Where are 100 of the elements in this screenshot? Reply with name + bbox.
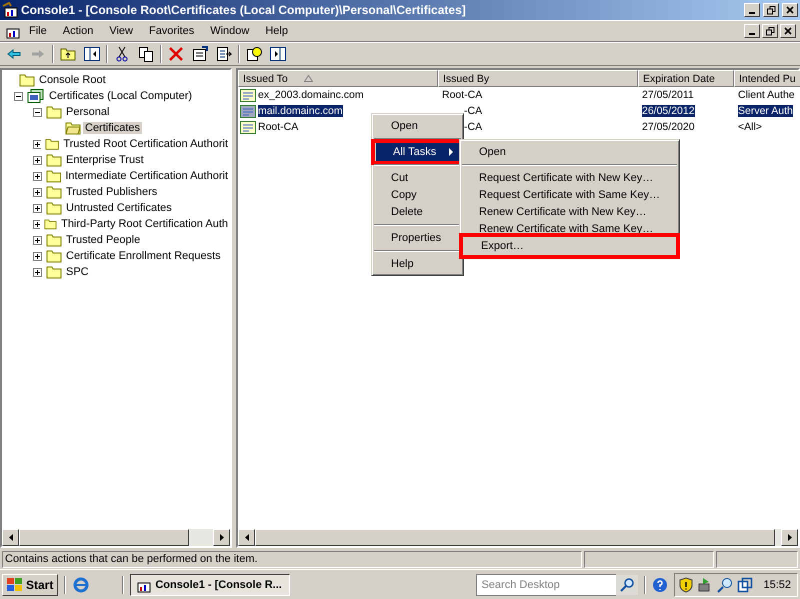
menu-item[interactable]: Renew Certificate with Same Key… [462,220,677,237]
scroll-right-icon[interactable] [220,534,224,541]
certificate-icon [240,88,256,102]
restore-button[interactable] [763,3,779,17]
show-hide-tree-icon[interactable] [82,44,102,64]
menu-bar-item[interactable]: Action [56,23,100,39]
close-button[interactable] [780,24,796,38]
expand-icon[interactable] [33,140,42,148]
tree-item[interactable]: Trusted Root Certification Authorit [61,138,230,150]
table-cell: Server Auth [738,105,793,117]
collapse-icon[interactable] [14,92,23,100]
close-button[interactable] [782,3,798,17]
scroll-left-icon[interactable] [244,534,248,541]
folder-icon [45,137,60,151]
restore-icon [766,26,774,36]
menu-item[interactable]: Open [374,117,461,134]
menu-bar-item[interactable]: File [22,23,54,39]
export-list-icon[interactable] [214,44,234,64]
tree-item[interactable]: Personal [64,106,112,118]
properties-icon[interactable] [190,44,210,64]
menu-item[interactable]: Request Certificate with New Key… [462,169,677,186]
menu-bar-item[interactable]: Window [203,23,256,39]
windows-flag-icon [7,578,23,592]
tree-item[interactable]: Untrusted Certificates [64,202,174,214]
tree-item[interactable]: Certificate Enrollment Requests [64,250,223,262]
expand-icon[interactable] [33,220,40,228]
menu-item[interactable]: Open [462,143,677,160]
menu-item[interactable]: All Tasks [376,143,459,161]
menu-item[interactable]: Delete [374,203,461,220]
tree-item[interactable]: Certificates (Local Computer) [47,90,194,102]
clock: 15:52 [763,578,791,590]
tree-item[interactable]: Trusted Publishers [64,186,160,198]
menu-item[interactable]: Request Certificate with Same Key… [462,186,677,203]
folder-icon [46,265,62,279]
overlapping-windows-icon[interactable] [737,576,754,592]
tree-item[interactable]: Enterprise Trust [64,154,146,166]
menu-item[interactable]: Help [374,255,461,272]
expand-icon[interactable] [33,252,42,260]
tree-item[interactable]: Console Root [37,74,108,86]
minimize-button[interactable] [744,3,760,17]
menu-item[interactable]: Cut [374,169,461,186]
menu-bar-item[interactable]: Favorites [142,23,202,39]
start-button[interactable]: Start [2,574,58,596]
tree-item[interactable]: Trusted People [64,234,142,246]
menu-item[interactable]: Properties [374,229,461,246]
menu-item[interactable]: Renew Certificate with New Key… [462,203,677,220]
column-header[interactable]: Intended Pu [734,70,800,87]
taskbar-window-button[interactable]: Console1 - [Console R... [130,574,290,596]
column-header[interactable]: Issued By [438,70,638,87]
menu-item[interactable]: Export… [464,237,675,255]
submenu-arrow-icon [447,148,455,156]
table-cell: 27/05/2020 [642,121,695,133]
close-icon [786,6,794,14]
tree-item[interactable]: Third-Party Root Certification Auth [59,218,230,230]
table-cell: mail.domainc.com [258,105,343,117]
action-pane-icon[interactable] [268,44,288,64]
restore-icon [766,6,776,14]
column-header[interactable]: Expiration Date [638,70,734,87]
expand-icon[interactable] [33,188,42,196]
menu-bar-item[interactable]: View [102,23,140,39]
table-cell: -CA [464,121,482,133]
folder-icon [46,201,62,215]
collapse-icon[interactable] [33,108,42,116]
table-cell: <All> [738,121,762,133]
close-icon [784,27,792,35]
tree-item[interactable]: Intermediate Certification Authorit [63,170,230,182]
column-header[interactable]: Issued To [238,70,438,87]
help-icon[interactable] [244,44,264,64]
horizontal-scrollbar[interactable] [238,529,798,546]
copy-icon[interactable] [136,44,156,64]
table-cell: -CA [464,105,482,117]
table-cell: 27/05/2011 [642,89,694,101]
scroll-left-icon[interactable] [8,534,12,541]
table-cell: ex_2003.domainc.com [258,89,364,101]
expand-icon[interactable] [33,268,42,276]
horizontal-scrollbar[interactable] [2,529,230,546]
search-button[interactable] [616,574,638,594]
magnifier-icon[interactable] [717,576,734,592]
scroll-right-icon[interactable] [788,534,792,541]
expand-icon[interactable] [33,204,42,212]
browser-icon[interactable] [72,576,90,594]
restore-button[interactable] [762,24,778,38]
expand-icon[interactable] [33,172,42,180]
table-cell: Root-CA [442,89,482,101]
search-field[interactable]: Search Desktop [476,574,616,596]
open-folder-icon [65,121,81,135]
menu-item[interactable]: Copy [374,186,461,203]
certificate-icon [240,104,256,118]
tree-item[interactable]: SPC [64,266,91,278]
folder-icon [46,185,62,199]
shield-icon[interactable] [679,576,694,592]
expand-icon[interactable] [33,236,42,244]
folder-icon [46,249,62,263]
folder-icon [19,73,35,87]
tree-item[interactable]: Certificates [83,122,142,134]
expand-icon[interactable] [33,156,42,164]
menu-bar-item[interactable]: Help [258,23,295,39]
sort-ascending-icon [304,75,313,82]
minimize-button[interactable] [744,24,760,38]
table-cell: 26/05/2012 [642,105,695,117]
